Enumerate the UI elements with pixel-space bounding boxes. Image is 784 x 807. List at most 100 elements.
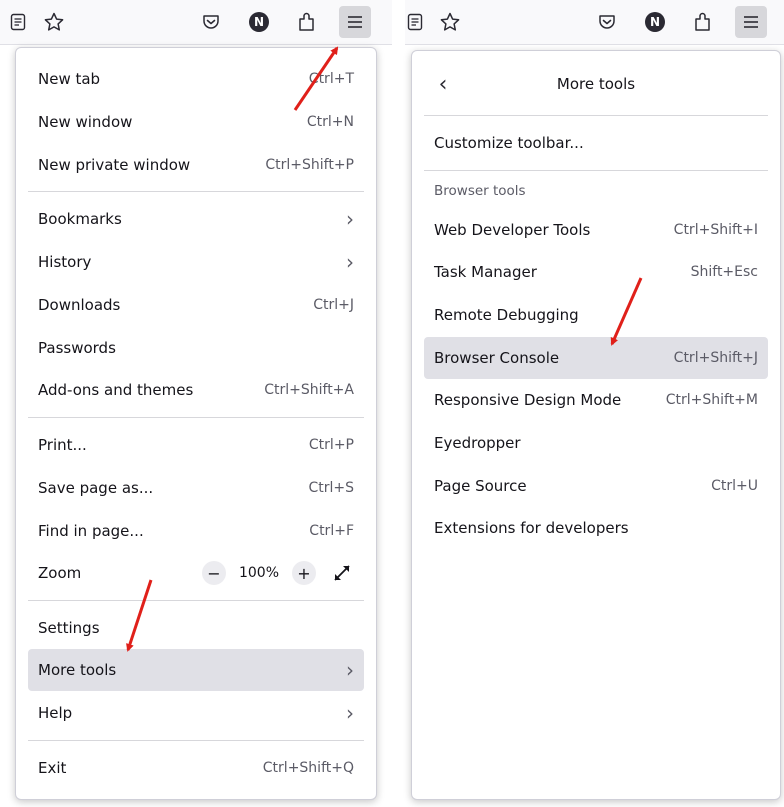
menu-item-label: Browser Console <box>434 349 560 367</box>
right-screenshot-panel: N ‹ More tools Customize toolbar... Brow… <box>405 0 784 807</box>
menu-item-label: Extensions for developers <box>434 519 629 537</box>
menu-item-label: Passwords <box>38 339 116 357</box>
avatar-letter: N <box>249 12 269 32</box>
bookmark-star-icon[interactable] <box>434 6 466 38</box>
browser-toolbar: N <box>0 0 392 45</box>
menu-item-browser-console[interactable]: Browser Console Ctrl+Shift+J <box>424 337 768 379</box>
menu-item-more-tools[interactable]: More tools › <box>28 649 364 691</box>
menu-item-history[interactable]: History › <box>28 241 364 283</box>
bookmark-star-icon[interactable] <box>38 6 70 38</box>
menu-item-shortcut: Ctrl+F <box>309 523 354 539</box>
menu-item-label: Exit <box>38 759 67 777</box>
chevron-right-icon: › <box>346 701 354 725</box>
menu-item-shortcut: Shift+Esc <box>690 264 758 280</box>
reader-view-icon[interactable] <box>399 6 431 38</box>
menu-separator <box>424 115 768 116</box>
menu-item-save-page[interactable]: Save page as... Ctrl+S <box>28 467 364 509</box>
menu-item-find-in-page[interactable]: Find in page... Ctrl+F <box>28 510 364 552</box>
menu-item-extensions-for-developers[interactable]: Extensions for developers <box>424 507 768 549</box>
avatar-letter: N <box>645 12 665 32</box>
menu-item-customize-toolbar[interactable]: Customize toolbar... <box>424 122 768 164</box>
left-screenshot-panel: N New tab Ctrl+T New window Ctrl+N New p… <box>0 0 392 807</box>
menu-item-shortcut: Ctrl+Shift+J <box>673 350 758 366</box>
account-avatar-icon[interactable]: N <box>639 6 671 38</box>
menu-item-label: New private window <box>38 156 191 174</box>
menu-item-help[interactable]: Help › <box>28 692 364 734</box>
extensions-icon[interactable] <box>687 6 719 38</box>
menu-item-label: Task Manager <box>434 263 537 281</box>
menu-item-downloads[interactable]: Downloads Ctrl+J <box>28 284 364 326</box>
menu-item-label: Bookmarks <box>38 210 122 228</box>
menu-item-new-window[interactable]: New window Ctrl+N <box>28 101 364 143</box>
menu-item-addons-themes[interactable]: Add-ons and themes Ctrl+Shift+A <box>28 369 364 411</box>
menu-separator <box>28 191 364 192</box>
zoom-reset-button[interactable]: 100% <box>226 565 292 581</box>
menu-item-shortcut: Ctrl+Shift+P <box>265 157 354 173</box>
minus-icon: − <box>207 563 221 583</box>
menu-item-label: Print... <box>38 436 87 454</box>
menu-separator <box>28 417 364 418</box>
pocket-icon[interactable] <box>195 6 227 38</box>
menu-item-shortcut: Ctrl+Shift+M <box>665 392 758 408</box>
menu-item-shortcut: Ctrl+S <box>308 480 354 496</box>
zoom-controls: − 100% + <box>202 561 354 585</box>
hamburger-menu-icon[interactable] <box>339 6 371 38</box>
fullscreen-icon[interactable] <box>330 561 354 585</box>
menu-item-zoom: Zoom − 100% + <box>28 552 364 594</box>
menu-item-settings[interactable]: Settings <box>28 607 364 649</box>
menu-item-eyedropper[interactable]: Eyedropper <box>424 422 768 464</box>
chevron-right-icon: › <box>346 250 354 274</box>
menu-item-shortcut: Ctrl+Shift+Q <box>262 760 354 776</box>
menu-item-passwords[interactable]: Passwords <box>28 327 364 369</box>
pocket-icon[interactable] <box>591 6 623 38</box>
zoom-out-button[interactable]: − <box>202 561 226 585</box>
plus-icon: + <box>297 563 311 583</box>
menu-item-bookmarks[interactable]: Bookmarks › <box>28 198 364 240</box>
section-label: Browser tools <box>434 183 526 199</box>
panel-title: More tools <box>556 75 636 93</box>
menu-item-shortcut: Ctrl+Shift+I <box>673 222 758 238</box>
menu-item-label: New tab <box>38 70 101 88</box>
reader-view-icon[interactable] <box>2 6 34 38</box>
menu-item-shortcut: Ctrl+J <box>313 297 354 313</box>
menu-item-label: New window <box>38 113 133 131</box>
menu-item-shortcut: Ctrl+Shift+A <box>264 382 354 398</box>
menu-item-label: Add-ons and themes <box>38 381 194 399</box>
menu-item-label: Find in page... <box>38 522 144 540</box>
menu-item-shortcut: Ctrl+U <box>711 478 758 494</box>
more-tools-panel: ‹ More tools Customize toolbar... Browse… <box>411 50 781 800</box>
menu-item-label: Save page as... <box>38 479 154 497</box>
menu-item-label: Web Developer Tools <box>434 221 591 239</box>
browser-toolbar: N <box>405 0 784 45</box>
menu-item-label: Customize toolbar... <box>434 134 584 152</box>
menu-item-label: History <box>38 253 92 271</box>
account-avatar-icon[interactable]: N <box>243 6 275 38</box>
menu-item-print[interactable]: Print... Ctrl+P <box>28 424 364 466</box>
menu-item-page-source[interactable]: Page Source Ctrl+U <box>424 465 768 507</box>
hamburger-menu-icon[interactable] <box>735 6 767 38</box>
menu-item-label: Page Source <box>434 477 527 495</box>
menu-item-exit[interactable]: Exit Ctrl+Shift+Q <box>28 747 364 789</box>
menu-item-label: More tools <box>38 661 117 679</box>
app-menu-panel: New tab Ctrl+T New window Ctrl+N New pri… <box>15 47 377 800</box>
menu-item-label: Downloads <box>38 296 121 314</box>
menu-item-task-manager[interactable]: Task Manager Shift+Esc <box>424 251 768 293</box>
chevron-right-icon: › <box>346 207 354 231</box>
menu-item-new-tab[interactable]: New tab Ctrl+T <box>28 58 364 100</box>
menu-item-web-developer-tools[interactable]: Web Developer Tools Ctrl+Shift+I <box>424 209 768 251</box>
menu-item-new-private-window[interactable]: New private window Ctrl+Shift+P <box>28 144 364 186</box>
menu-item-label: Help <box>38 704 73 722</box>
menu-item-remote-debugging[interactable]: Remote Debugging <box>424 294 768 336</box>
menu-item-label: Zoom <box>38 564 82 582</box>
menu-item-shortcut: Ctrl+N <box>306 114 354 130</box>
menu-separator <box>28 740 364 741</box>
menu-item-label: Responsive Design Mode <box>434 391 622 409</box>
menu-separator <box>424 170 768 171</box>
menu-item-label: Settings <box>38 619 100 637</box>
menu-separator <box>28 600 364 601</box>
zoom-in-button[interactable]: + <box>292 561 316 585</box>
menu-item-label: Remote Debugging <box>434 306 579 324</box>
extensions-icon[interactable] <box>291 6 323 38</box>
menu-item-shortcut: Ctrl+P <box>308 437 354 453</box>
menu-item-responsive-design-mode[interactable]: Responsive Design Mode Ctrl+Shift+M <box>424 379 768 421</box>
